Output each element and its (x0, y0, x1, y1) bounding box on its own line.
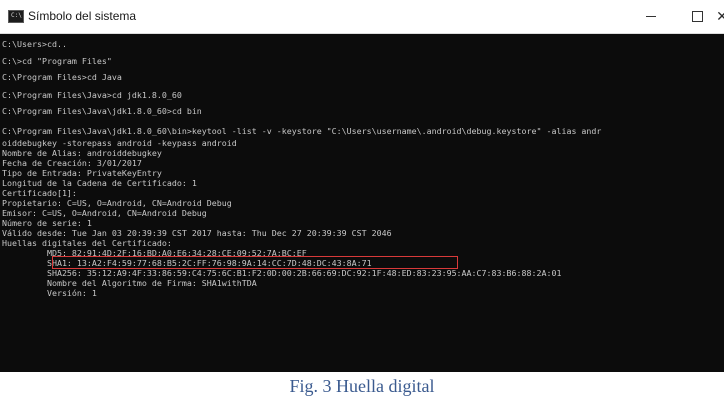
console-line: C:\Program Files\Java\jdk1.8.0_60>cd bin (2, 106, 202, 116)
maximize-icon (691, 11, 703, 22)
sha1-highlight-box (52, 256, 458, 269)
minimize-button[interactable] (628, 0, 674, 33)
minimize-icon (646, 16, 656, 17)
console-line: oiddebugkey -storepass android -keypass … (2, 138, 237, 148)
console-line: C:\>cd "Program Files" (2, 56, 112, 66)
console-line: Versión: 1 (2, 288, 97, 298)
console-line: Válido desde: Tue Jan 03 20:39:39 CST 20… (2, 228, 392, 238)
close-button[interactable]: ✕ (712, 0, 724, 33)
console-line: SHA256: 35:12:A9:4F:33:86:59:C4:75:6C:B1… (2, 268, 562, 278)
command-prompt-window: C:\ Símbolo del sistema ✕ C:\Users>cd.. … (0, 0, 724, 372)
console-line: Fecha de Creación: 3/01/2017 (2, 158, 142, 168)
console-line: Nombre de Alias: androiddebugkey (2, 148, 162, 158)
window-title: Símbolo del sistema (28, 9, 137, 23)
console-line: Número de serie: 1 (2, 218, 92, 228)
console-line: Certificado[1]: (2, 188, 77, 198)
console-output[interactable]: C:\Users>cd.. C:\>cd "Program Files" C:\… (0, 34, 724, 372)
console-line: C:\Program Files>cd Java (2, 72, 122, 82)
console-line: Tipo de Entrada: PrivateKeyEntry (2, 168, 162, 178)
title-bar[interactable]: C:\ Símbolo del sistema ✕ (0, 0, 724, 34)
console-line: Propietario: C=US, O=Android, CN=Android… (2, 198, 232, 208)
console-line: C:\Program Files\Java>cd jdk1.8.0_60 (2, 90, 182, 100)
console-line: Nombre del Algoritmo de Firma: SHA1withT… (2, 278, 257, 288)
console-line: Emisor: C=US, O=Android, CN=Android Debu… (2, 208, 207, 218)
figure-caption: Fig. 3 Huella digital (289, 376, 435, 396)
console-line: C:\Users>cd.. (2, 39, 67, 49)
console-line: C:\Program Files\Java\jdk1.8.0_60\bin>ke… (2, 126, 602, 136)
console-line: Longitud de la Cadena de Certificado: 1 (2, 178, 197, 188)
close-icon: ✕ (716, 8, 724, 25)
console-line: Huellas digitales del Certificado: (2, 238, 172, 248)
cmd-icon: C:\ (8, 10, 24, 23)
